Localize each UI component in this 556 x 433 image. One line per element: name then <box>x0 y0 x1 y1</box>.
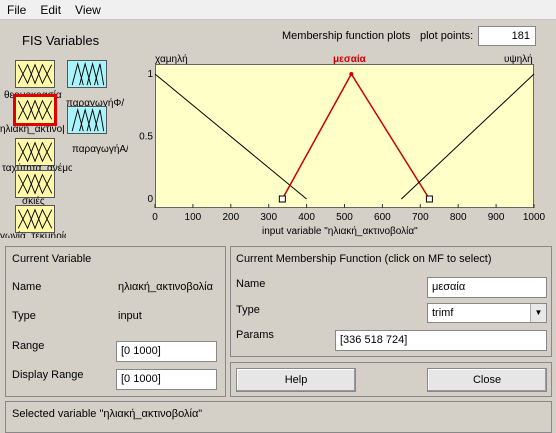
variable-name-label: Name <box>12 281 42 293</box>
y-tick-label-0: 0 <box>147 194 153 205</box>
y-tick-label-1: 0.5 <box>139 132 153 143</box>
variable-type-value: input <box>118 310 142 322</box>
x-tick-label-6: 600 <box>374 212 391 223</box>
mf-type-select[interactable]: trimf ▼ <box>427 303 547 323</box>
mf-handle-0[interactable] <box>278 195 286 203</box>
x-tick-label-4: 400 <box>298 212 315 223</box>
x-tick-label-2: 200 <box>222 212 239 223</box>
current-mf-header: Current Membership Function (click on MF… <box>236 253 492 265</box>
plot-x-axis-title: input variable "ηλιακή_ακτινοβολία" <box>262 226 418 237</box>
variable-display-range-field[interactable]: [0 1000] <box>116 369 217 390</box>
status-text: Selected variable "ηλιακή_ακτινοβολία" <box>12 408 203 420</box>
mf-type-value: trimf <box>432 307 454 319</box>
x-tick-label-1: 100 <box>185 212 202 223</box>
mf-name-label: Name <box>236 278 266 290</box>
y-tick-label-2: 1 <box>147 69 153 80</box>
mf-point-1-1 <box>349 72 354 76</box>
x-tick-label-9: 900 <box>488 212 505 223</box>
x-tick-label-10: 1000 <box>523 212 546 223</box>
mf-curve-1[interactable] <box>281 72 431 200</box>
variable-range-label: Range <box>12 340 45 352</box>
current-variable-header: Current Variable <box>12 253 92 265</box>
mf-handle-1[interactable] <box>425 195 433 203</box>
help-button[interactable]: Help <box>236 368 356 392</box>
mf-params-label: Params <box>236 329 274 341</box>
mf-name-field[interactable]: μεσαία <box>427 277 547 298</box>
chevron-down-icon[interactable]: ▼ <box>530 304 546 322</box>
x-tick-label-8: 800 <box>450 212 467 223</box>
mf-type-label: Type <box>236 304 260 316</box>
mf-params-field[interactable]: [336 518 724] <box>335 330 547 351</box>
x-tick-label-7: 700 <box>412 212 429 223</box>
x-tick-label-0: 0 <box>152 212 158 223</box>
variable-name-value: ηλιακή_ακτινοβολία <box>118 281 213 293</box>
mf-curve-0[interactable] <box>154 73 307 200</box>
variable-type-label: Type <box>12 310 36 322</box>
variable-range-field[interactable]: [0 1000] <box>116 341 217 362</box>
membership-plot-svg: 0 100 200 300 400 500 600 700 800 900 1000 0 0.5 1 <box>139 69 546 223</box>
x-tick-label-3: 300 <box>260 212 277 223</box>
x-tick-label-5: 500 <box>336 212 353 223</box>
close-button[interactable]: Close <box>427 368 547 392</box>
variable-display-range-label: Display Range <box>12 369 84 381</box>
mf-curve-2[interactable] <box>401 73 535 200</box>
